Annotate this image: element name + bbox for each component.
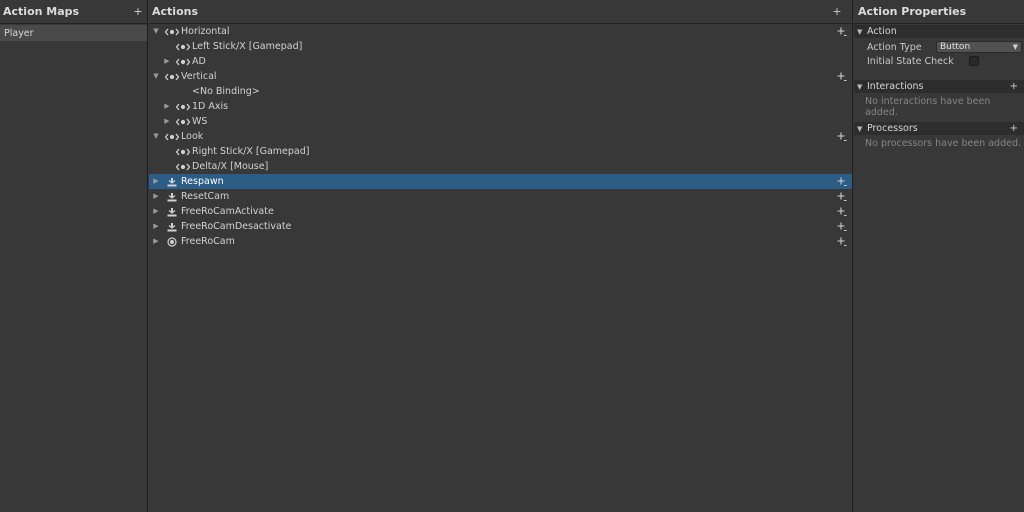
composite-icon: [176, 39, 190, 54]
action-properties-title: Action Properties: [858, 5, 967, 18]
add-binding-icon[interactable]: [836, 129, 848, 144]
composite-row[interactable]: ▶ WS: [149, 114, 852, 129]
initial-state-checkbox[interactable]: [969, 56, 979, 66]
composite-row[interactable]: ▶ 1D Axis: [149, 99, 852, 114]
initial-state-label: Initial State Check: [867, 55, 954, 67]
action-properties-pane: Action Properties ▼ Action Action Type B…: [854, 0, 1024, 512]
composite-row[interactable]: ▶ AD: [149, 54, 852, 69]
composite-icon: [176, 159, 190, 174]
foldout-expanded-icon[interactable]: ▼: [151, 129, 161, 144]
row-label: Left Stick/X [Gamepad]: [192, 41, 303, 52]
add-interaction-button[interactable]: +: [1010, 80, 1018, 93]
composite-icon: [176, 54, 190, 69]
foldout-down-icon: ▼: [857, 27, 863, 36]
interactions-title: Interactions: [867, 81, 924, 92]
action-maps-pane: Action Maps + Player: [0, 0, 148, 512]
action-section-title: Action: [867, 26, 897, 37]
composite-icon: [165, 129, 179, 144]
action-type-label: Action Type: [867, 41, 922, 53]
action-type-value: Button: [940, 42, 971, 52]
add-binding-icon[interactable]: [836, 204, 848, 219]
foldout-collapsed-icon[interactable]: ▶: [151, 189, 161, 204]
action-row[interactable]: ▼ Look: [149, 129, 852, 144]
row-label: FreeRoCamActivate: [181, 206, 274, 217]
interactions-empty-note: No interactions have been added.: [865, 96, 991, 118]
row-label: Respawn: [181, 176, 224, 187]
foldout-expanded-icon[interactable]: ▼: [151, 69, 161, 84]
row-label: Right Stick/X [Gamepad]: [192, 146, 310, 157]
action-properties-header: Action Properties: [854, 0, 1024, 24]
add-binding-icon[interactable]: [836, 219, 848, 234]
row-label: ResetCam: [181, 191, 230, 202]
processors-title: Processors: [867, 123, 918, 134]
action-type-dropdown[interactable]: Button ▼: [936, 41, 1022, 53]
add-binding-icon[interactable]: [836, 69, 848, 84]
composite-icon: [176, 99, 190, 114]
actions-tree: ▼ Horizontal Left Stick/X [Gamepad] ▶ AD ▼ Ver…: [149, 24, 852, 249]
foldout-down-icon: ▼: [857, 124, 863, 133]
row-label: WS: [192, 116, 208, 127]
action-row[interactable]: ▼ Vertical: [149, 69, 852, 84]
add-binding-icon[interactable]: [836, 24, 848, 39]
row-label: 1D Axis: [192, 101, 229, 112]
add-action-button[interactable]: +: [831, 5, 843, 18]
binding-row[interactable]: Right Stick/X [Gamepad]: [149, 144, 852, 159]
binding-row[interactable]: Left Stick/X [Gamepad]: [149, 39, 852, 54]
foldout-down-icon: ▼: [857, 82, 863, 91]
action-row[interactable]: ▶ FreeRoCamActivate: [149, 204, 852, 219]
row-label: Look: [181, 131, 204, 142]
binding-row[interactable]: <No Binding>: [149, 84, 852, 99]
foldout-collapsed-icon[interactable]: ▶: [151, 234, 161, 249]
action-map-item-player[interactable]: Player: [0, 25, 147, 41]
action-row[interactable]: ▶ Respawn: [149, 174, 852, 189]
action-section-header[interactable]: ▼ Action: [854, 25, 1024, 38]
add-action-map-button[interactable]: +: [132, 5, 144, 18]
add-processor-button[interactable]: +: [1010, 122, 1018, 135]
action-row[interactable]: ▶ FreeRoCamDesactivate: [149, 219, 852, 234]
action-maps-title: Action Maps: [3, 5, 80, 18]
foldout-collapsed-icon[interactable]: ▶: [162, 114, 172, 129]
add-binding-icon[interactable]: [836, 189, 848, 204]
initial-state-row: Initial State Check: [854, 54, 1024, 68]
action-map-label: Player: [4, 27, 34, 39]
button-icon: [165, 219, 179, 234]
interactions-section-header[interactable]: ▼ Interactions +: [854, 80, 1024, 93]
actions-header: Actions +: [149, 0, 852, 24]
foldout-expanded-icon[interactable]: ▼: [151, 24, 161, 39]
action-maps-header: Action Maps +: [0, 0, 147, 24]
action-row[interactable]: ▶ FreeRoCam: [149, 234, 852, 249]
actions-pane: Actions + ▼ Horizontal Left Stick/X [Gamep…: [149, 0, 853, 512]
add-binding-icon[interactable]: [836, 174, 848, 189]
row-label: AD: [192, 56, 206, 67]
foldout-collapsed-icon[interactable]: ▶: [151, 204, 161, 219]
binding-row[interactable]: Delta/X [Mouse]: [149, 159, 852, 174]
value-icon: [165, 234, 179, 249]
action-type-row: Action Type Button ▼: [854, 40, 1024, 54]
action-row[interactable]: ▼ Horizontal: [149, 24, 852, 39]
button-icon: [165, 174, 179, 189]
row-label: Vertical: [181, 71, 217, 82]
add-binding-icon[interactable]: [836, 234, 848, 249]
row-label: Delta/X [Mouse]: [192, 161, 269, 172]
button-icon: [165, 189, 179, 204]
row-label: FreeRoCam: [181, 236, 235, 247]
composite-icon: [176, 114, 190, 129]
foldout-collapsed-icon[interactable]: ▶: [162, 54, 172, 69]
action-row[interactable]: ▶ ResetCam: [149, 189, 852, 204]
dropdown-caret-icon: ▼: [1012, 43, 1018, 51]
processors-empty-note: No processors have been added.: [865, 138, 1021, 149]
foldout-collapsed-icon[interactable]: ▶: [151, 219, 161, 234]
foldout-collapsed-icon[interactable]: ▶: [162, 99, 172, 114]
row-label: FreeRoCamDesactivate: [181, 221, 292, 232]
actions-title: Actions: [152, 5, 198, 18]
foldout-collapsed-icon[interactable]: ▶: [151, 174, 161, 189]
composite-icon: [165, 24, 179, 39]
composite-icon: [165, 69, 179, 84]
processors-section-header[interactable]: ▼ Processors +: [854, 122, 1024, 135]
button-icon: [165, 204, 179, 219]
composite-icon: [176, 144, 190, 159]
row-label: <No Binding>: [192, 86, 260, 97]
row-label: Horizontal: [181, 26, 230, 37]
